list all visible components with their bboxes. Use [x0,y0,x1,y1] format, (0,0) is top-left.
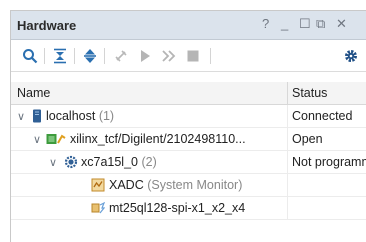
panel-title: Hardware [17,17,77,33]
close-button[interactable]: ✕ [336,17,347,31]
expand-all-icon[interactable] [81,47,99,65]
help-button[interactable]: ? [262,17,269,31]
auto-connect-icon[interactable] [112,47,130,65]
row-name: localhost (1) [46,109,115,123]
chip-icon [64,155,78,174]
chevron-down-icon[interactable]: ∨ [49,156,57,169]
row-status: Not programmed [292,155,366,169]
row-name: xc7a15l_0 (2) [81,155,157,169]
xadc-monitor-icon [91,178,105,197]
tree-row-xadc[interactable]: XADC (System Monitor) [11,174,366,197]
search-icon[interactable] [21,47,39,65]
column-header-name[interactable]: Name [17,86,50,100]
toolbar [11,40,366,72]
stop-icon[interactable] [184,47,202,65]
row-status: Connected [292,109,353,123]
row-status: Open [292,132,323,146]
row-name: mt25ql128-spi-x1_x2_x4 [109,201,246,215]
jtag-cable-icon [46,132,66,151]
hardware-panel: Hardware ? _ ☐ ⧉ ✕ Name Status ∨ localho… [10,10,366,242]
flash-memory-icon [91,201,106,220]
tree-row-jtag-target[interactable]: ∨ xilinx_tcf/Digilent/2102498110... Open [11,128,366,151]
tree-row-fpga-device[interactable]: ∨ xc7a15l_0 (2) Not programmed [11,151,366,174]
server-icon [32,109,42,128]
chevron-down-icon[interactable]: ∨ [17,110,25,123]
column-header-status[interactable]: Status [292,86,327,100]
tree-row-localhost[interactable]: ∨ localhost (1) Connected [11,105,366,128]
panel-title-bar: Hardware ? _ ☐ ⧉ ✕ [11,11,366,40]
chevron-down-icon[interactable]: ∨ [33,133,41,146]
row-name: XADC (System Monitor) [109,178,243,192]
run-icon[interactable] [136,47,154,65]
collapse-all-icon[interactable] [51,47,69,65]
maximize-button[interactable]: ☐ [299,17,311,31]
minimize-button[interactable]: _ [281,17,288,31]
restore-button[interactable]: ⧉ [316,17,325,31]
fast-forward-icon[interactable] [160,47,178,65]
tree-row-flash-memory[interactable]: mt25ql128-spi-x1_x2_x4 [11,197,366,220]
table-header: Name Status [11,82,366,105]
row-name: xilinx_tcf/Digilent/2102498110... [70,132,246,146]
gear-icon[interactable] [342,47,360,65]
